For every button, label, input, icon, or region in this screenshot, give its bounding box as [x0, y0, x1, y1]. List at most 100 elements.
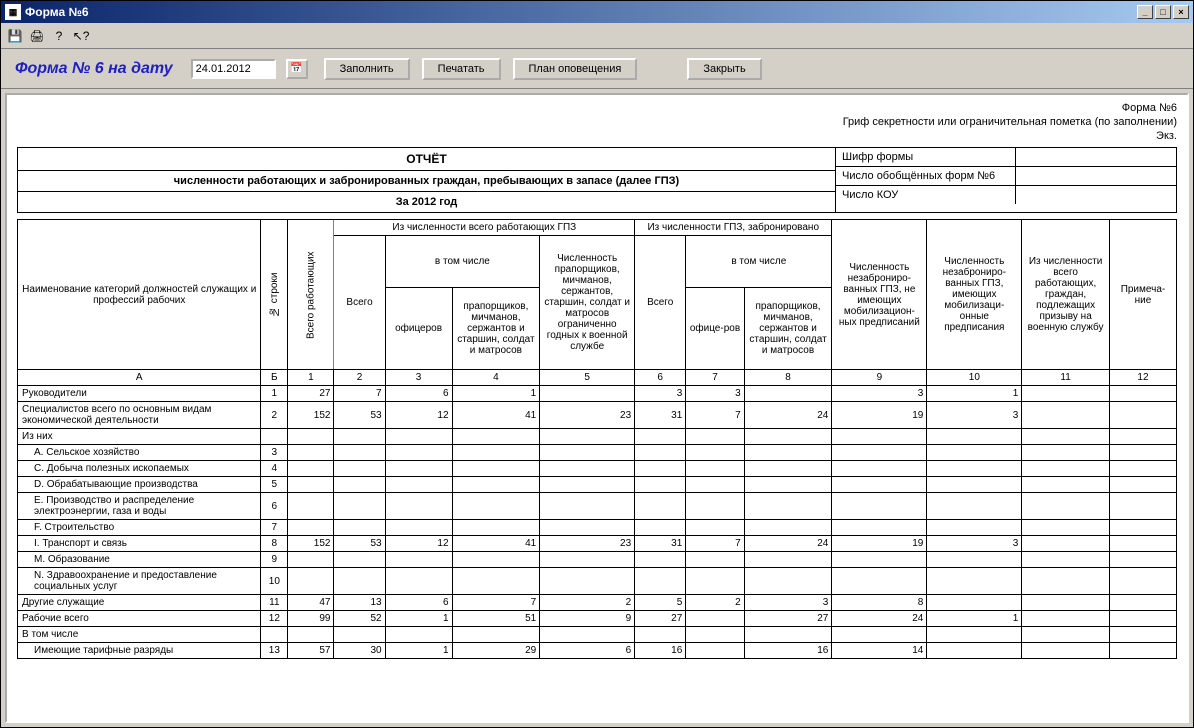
table-cell[interactable]: 47	[288, 595, 334, 611]
table-cell[interactable]: Рабочие всего	[18, 611, 261, 627]
table-cell[interactable]	[540, 520, 635, 536]
table-cell[interactable]	[1022, 595, 1110, 611]
table-cell[interactable]	[1109, 595, 1176, 611]
table-cell[interactable]: 52	[334, 611, 385, 627]
table-cell[interactable]: 24	[744, 402, 832, 429]
table-cell[interactable]: 7	[261, 520, 288, 536]
table-cell[interactable]: 7	[334, 386, 385, 402]
table-cell[interactable]	[744, 552, 832, 568]
table-cell[interactable]: N. Здравоохранение и предоставление соци…	[18, 568, 261, 595]
table-cell[interactable]	[452, 461, 540, 477]
table-cell[interactable]	[1109, 536, 1176, 552]
table-cell[interactable]: А. Сельское хозяйство	[18, 445, 261, 461]
table-cell[interactable]: 7	[686, 402, 744, 429]
table-cell[interactable]: 31	[635, 402, 686, 429]
table-cell[interactable]	[927, 520, 1022, 536]
table-cell[interactable]	[540, 493, 635, 520]
table-cell[interactable]	[635, 627, 686, 643]
table-cell[interactable]: 41	[452, 536, 540, 552]
table-cell[interactable]: 1	[927, 386, 1022, 402]
table-cell[interactable]: 13	[261, 643, 288, 659]
table-cell[interactable]	[385, 461, 452, 477]
table-cell[interactable]	[686, 429, 744, 445]
table-cell[interactable]: В том числе	[18, 627, 261, 643]
minimize-button[interactable]: _	[1137, 5, 1153, 19]
table-cell[interactable]	[686, 461, 744, 477]
table-cell[interactable]	[1022, 402, 1110, 429]
table-cell[interactable]: 16	[635, 643, 686, 659]
table-cell[interactable]	[927, 552, 1022, 568]
table-row[interactable]: А. Сельское хозяйство3	[18, 445, 1177, 461]
table-cell[interactable]: Специалистов всего по основным видам эко…	[18, 402, 261, 429]
table-cell[interactable]	[686, 445, 744, 461]
table-cell[interactable]	[261, 627, 288, 643]
fill-button[interactable]: Заполнить	[324, 58, 410, 80]
table-cell[interactable]: 23	[540, 402, 635, 429]
report-viewport[interactable]: Форма №6 Гриф секретности или ограничите…	[5, 93, 1189, 723]
table-cell[interactable]	[288, 568, 334, 595]
table-cell[interactable]	[635, 520, 686, 536]
table-cell[interactable]	[385, 552, 452, 568]
table-cell[interactable]	[927, 595, 1022, 611]
table-cell[interactable]	[927, 429, 1022, 445]
table-cell[interactable]	[1109, 445, 1176, 461]
table-cell[interactable]	[1109, 611, 1176, 627]
table-cell[interactable]	[452, 552, 540, 568]
save-icon[interactable]: 💾	[7, 28, 23, 44]
table-row[interactable]: Рабочие всего12995215192727241	[18, 611, 1177, 627]
table-cell[interactable]: 8	[261, 536, 288, 552]
table-cell[interactable]	[1022, 461, 1110, 477]
table-cell[interactable]	[635, 461, 686, 477]
table-cell[interactable]	[1022, 552, 1110, 568]
table-cell[interactable]: 13	[334, 595, 385, 611]
table-row[interactable]: Специалистов всего по основным видам эко…	[18, 402, 1177, 429]
table-cell[interactable]: 53	[334, 536, 385, 552]
table-cell[interactable]: 29	[452, 643, 540, 659]
table-cell[interactable]	[540, 568, 635, 595]
table-row[interactable]: I. Транспорт и связь81525312412331724193	[18, 536, 1177, 552]
table-cell[interactable]: 1	[927, 611, 1022, 627]
table-cell[interactable]: 7	[686, 536, 744, 552]
table-cell[interactable]	[744, 627, 832, 643]
table-cell[interactable]	[744, 445, 832, 461]
table-cell[interactable]: 3	[927, 402, 1022, 429]
table-cell[interactable]	[288, 493, 334, 520]
table-cell[interactable]	[927, 445, 1022, 461]
table-cell[interactable]: I. Транспорт и связь	[18, 536, 261, 552]
table-cell[interactable]: Руководители	[18, 386, 261, 402]
table-cell[interactable]	[686, 627, 744, 643]
table-cell[interactable]: 6	[261, 493, 288, 520]
table-cell[interactable]	[1022, 643, 1110, 659]
table-row[interactable]: Из них	[18, 429, 1177, 445]
table-cell[interactable]: 24	[832, 611, 927, 627]
pointer-help-icon[interactable]: ↖?	[73, 28, 89, 44]
table-cell[interactable]	[1022, 429, 1110, 445]
table-cell[interactable]: 2	[540, 595, 635, 611]
table-cell[interactable]	[1109, 461, 1176, 477]
table-cell[interactable]	[334, 461, 385, 477]
close-form-button[interactable]: Закрыть	[687, 58, 761, 80]
table-cell[interactable]	[1022, 477, 1110, 493]
table-cell[interactable]: 9	[261, 552, 288, 568]
table-row[interactable]: D. Обрабатывающие производства5	[18, 477, 1177, 493]
table-cell[interactable]: 31	[635, 536, 686, 552]
table-cell[interactable]: Имеющие тарифные разряды	[18, 643, 261, 659]
table-cell[interactable]	[635, 445, 686, 461]
table-cell[interactable]	[832, 552, 927, 568]
table-cell[interactable]	[1109, 627, 1176, 643]
table-cell[interactable]	[832, 429, 927, 445]
table-cell[interactable]: 152	[288, 536, 334, 552]
table-cell[interactable]: 152	[288, 402, 334, 429]
calendar-button[interactable]: 📅	[286, 59, 308, 79]
table-cell[interactable]	[1022, 493, 1110, 520]
table-cell[interactable]	[635, 568, 686, 595]
table-cell[interactable]	[1022, 627, 1110, 643]
table-cell[interactable]	[832, 445, 927, 461]
table-cell[interactable]	[288, 445, 334, 461]
table-cell[interactable]	[288, 461, 334, 477]
table-cell[interactable]	[744, 429, 832, 445]
table-cell[interactable]	[261, 429, 288, 445]
table-cell[interactable]: 30	[334, 643, 385, 659]
table-cell[interactable]	[635, 493, 686, 520]
table-cell[interactable]	[334, 552, 385, 568]
